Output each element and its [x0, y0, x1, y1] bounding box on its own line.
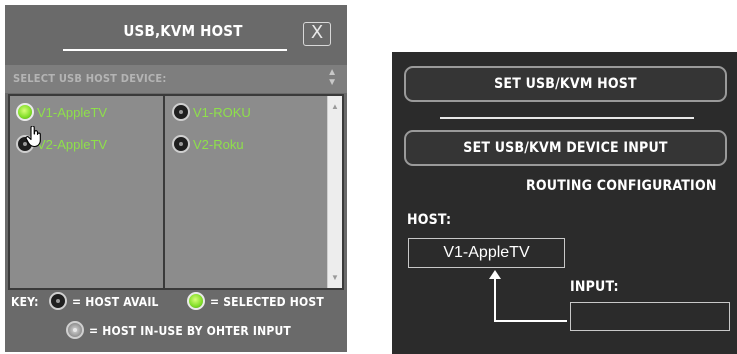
host-value-field: V1-AppleTV — [408, 238, 565, 268]
device-item-v1-roku[interactable]: V1-ROKU — [172, 102, 251, 122]
host-avail-key-text: = HOST AVAIL — [72, 295, 159, 309]
title-underline — [63, 49, 287, 51]
selected-radio-icon — [16, 103, 34, 121]
device-label: V2-Roku — [193, 136, 244, 152]
set-usb-kvm-device-input-button[interactable]: SET USB/KVM DEVICE INPUT — [404, 130, 727, 166]
hand-cursor-icon — [25, 126, 41, 148]
host-device-select[interactable]: SELECT USB HOST DEVICE: ▲ ▼ — [5, 65, 347, 93]
device-item-v1-appletv[interactable]: V1-AppleTV — [16, 102, 107, 122]
host-label: HOST: — [407, 212, 452, 228]
input-value-field — [570, 302, 730, 331]
scroll-down-icon[interactable]: ▼ — [331, 273, 339, 282]
selected-host-key-icon — [187, 292, 205, 310]
device-list: V1-AppleTV V2-AppleTV V1-ROKU V2-Roku ▲ … — [8, 94, 344, 290]
routing-arrow-icon — [489, 270, 567, 322]
list-scrollbar[interactable]: ▲ ▼ — [327, 96, 342, 288]
available-radio-icon — [172, 135, 190, 153]
key-label: KEY: — [11, 295, 39, 309]
column-divider — [163, 96, 165, 288]
set-usb-kvm-host-button[interactable]: SET USB/KVM HOST — [404, 66, 727, 102]
close-button[interactable]: X — [303, 22, 331, 46]
routing-panel: SET USB/KVM HOST SET USB/KVM DEVICE INPU… — [392, 52, 737, 354]
select-label: SELECT USB HOST DEVICE: — [13, 72, 167, 85]
usb-kvm-host-panel: USB,KVM HOST X SELECT USB HOST DEVICE: ▲… — [5, 5, 347, 352]
selected-host-key-text: = SELECTED HOST — [210, 295, 324, 309]
select-arrows-icon: ▲ ▼ — [327, 67, 337, 88]
input-label: INPUT: — [570, 279, 619, 295]
device-label: V2-AppleTV — [37, 136, 108, 152]
scroll-up-icon[interactable]: ▲ — [331, 102, 339, 111]
routing-configuration-title: ROUTING CONFIGURATION — [526, 178, 717, 194]
host-avail-key-icon — [49, 292, 67, 310]
panel-title: USB,KVM HOST — [123, 22, 243, 40]
host-in-use-key-text: = HOST IN-USE BY OHTER INPUT — [89, 324, 291, 338]
device-label: V1-AppleTV — [37, 104, 108, 120]
separator-line — [440, 117, 694, 119]
available-radio-icon — [172, 103, 190, 121]
device-label: V1-ROKU — [193, 104, 251, 120]
device-item-v2-roku[interactable]: V2-Roku — [172, 134, 244, 154]
host-in-use-key-icon — [66, 321, 84, 339]
